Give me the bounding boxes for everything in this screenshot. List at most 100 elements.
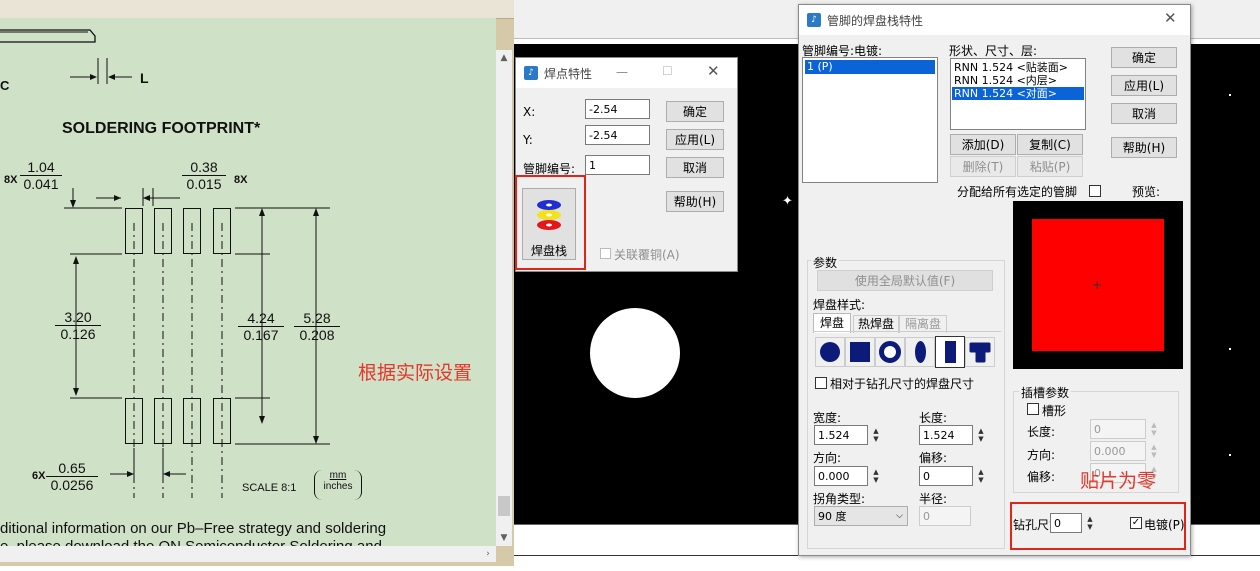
minimize-icon[interactable]: — [616,65,628,79]
radius-input[interactable]: 0 [919,506,971,526]
dim-pitch-mm: 0.38 [190,159,218,175]
footprint-pad [183,398,201,444]
slot-checkbox[interactable] [1027,403,1039,415]
corner-type-label: 拐角类型: [813,492,866,506]
shape-annular-button[interactable] [875,337,905,367]
footprint-pad [183,208,201,254]
slot-orientation-input[interactable]: 0.000 [1090,441,1146,461]
assign-all-checkbox[interactable] [1089,185,1101,197]
relative-drill-label: 相对于钻孔尺寸的焊盘尺寸 [830,377,975,391]
scroll-down-icon[interactable]: ▼ [496,530,512,546]
dim-inner-inch: 0.167 [238,326,284,343]
close-icon[interactable]: ✕ [707,62,720,80]
units-inches: inches [323,481,353,492]
pin-list-item[interactable]: 1 (P) [805,60,935,74]
footer-line-2: e, please download the ON Semiconductor … [0,538,382,546]
width-input[interactable]: 1.524 [814,425,868,445]
round-shape-icon [820,342,840,362]
pdf-page: C L SOLDERING FOOTPRINT* 8X 1.04 0.041 0… [0,18,496,546]
pad-style-label: 焊盘样式: [813,298,866,312]
help-button[interactable]: 帮助(H) [1111,137,1177,158]
app-icon: ♪ [807,13,821,27]
length-stepper[interactable]: ▲ ▼ [976,425,986,445]
offset-stepper[interactable]: ▲ ▼ [976,466,986,486]
scroll-right-icon[interactable]: › [480,546,496,562]
pin-number-input[interactable]: 1 [585,155,650,175]
orientation-input[interactable]: 0.000 [814,466,868,486]
close-icon[interactable]: ✕ [1164,9,1177,27]
cancel-button[interactable]: 取消 [1111,103,1177,124]
orientation-stepper[interactable]: ▲ ▼ [871,466,881,486]
grid-dot [1229,348,1231,350]
dim-pitch2-inch: 0.0256 [46,476,98,493]
shape-list-item[interactable]: RNN 1.524 <对面> [952,87,1084,100]
length-input[interactable]: 1.524 [919,425,973,445]
app-icon: ♪ [524,66,538,80]
pad-dialog-titlebar[interactable]: ♪ 焊点特性 — ☐ ✕ [516,58,737,88]
shape-list[interactable]: RNN 1.524 <贴装面> RNN 1.524 <内层> RNN 1.524… [950,58,1086,130]
corner-type-select[interactable]: 90 度 ⌵ [814,506,908,526]
ok-button[interactable]: 确定 [1111,47,1177,68]
annotation-smd-zero: 贴片为零 [1080,470,1157,492]
slot-length-input[interactable]: 0 [1090,419,1146,439]
padstack-dialog-titlebar[interactable]: ♪ 管脚的焊盘栈特性 ✕ [799,5,1190,35]
dim-l-label: L [140,70,149,86]
dim-outer-mm: 5.28 [303,310,331,326]
pin-list[interactable]: 1 (P) [802,57,938,183]
annular-shape-icon [879,341,901,363]
add-button[interactable]: 添加(D) [950,134,1016,155]
width-stepper[interactable]: ▲ ▼ [871,425,881,445]
y-label: Y: [523,133,533,147]
shape-odd-button[interactable] [965,337,995,367]
shape-oval-button[interactable] [905,337,935,367]
shape-round-button[interactable] [815,337,845,367]
scroll-up-icon[interactable]: ▲ [496,50,512,66]
shape-list-item[interactable]: RNN 1.524 <贴装面> [952,61,1084,74]
copy-button[interactable]: 复制(C) [1017,134,1083,155]
pad-circle[interactable] [590,308,680,398]
length-label: 长度: [919,411,948,425]
use-global-defaults-button[interactable]: 使用全局默认值(F) [817,270,993,291]
copper-link-checkbox[interactable] [600,248,611,259]
mult-8x-left: 8X [4,174,18,186]
square-shape-icon [850,342,870,362]
assign-all-label: 分配给所有选定的管脚 [957,185,1078,199]
pdf-horizontal-scrollbar[interactable]: › [0,546,496,562]
dim-outer: 5.28 0.208 [294,310,340,343]
shape-rectangle-button[interactable] [935,336,965,368]
grid-dot [1229,454,1231,456]
shape-square-button[interactable] [845,337,875,367]
ok-button[interactable]: 确定 [666,101,724,122]
dim-width: 1.04 0.041 [20,159,62,192]
pdf-vertical-scrollbar[interactable]: ▲ ▼ [496,50,512,546]
scroll-thumb[interactable] [498,496,510,516]
shape-list-item[interactable]: RNN 1.524 <内层> [952,74,1084,87]
apply-button[interactable]: 应用(L) [666,129,724,150]
oval-shape-icon [914,341,926,363]
slot-orientation-stepper[interactable]: ▲ ▼ [1149,441,1159,461]
y-input[interactable]: -2.54 [585,125,650,145]
offset-input[interactable]: 0 [919,466,973,486]
pad-preview: + [1013,201,1183,369]
copper-link-label: 关联覆铜(A) [614,248,680,262]
x-input[interactable]: -2.54 [585,99,650,119]
apply-button[interactable]: 应用(L) [1111,75,1177,96]
params-label: 参数 [811,254,840,271]
delete-button[interactable]: 删除(T) [950,156,1016,177]
relative-drill-checkbox[interactable] [815,377,827,389]
cancel-button[interactable]: 取消 [666,157,724,178]
maximize-icon: ☐ [662,64,673,78]
tab-pad[interactable]: 焊盘 [813,313,851,333]
slot-offset-label: 偏移: [1027,470,1056,484]
preview-crosshair-icon: + [1092,278,1103,292]
dim-width-mm: 1.04 [27,159,55,175]
paste-button[interactable]: 粘贴(P) [1017,156,1083,177]
dim-width-inch: 0.041 [20,175,62,192]
highlight-drill-size [1010,502,1186,550]
help-button[interactable]: 帮助(H) [666,191,724,212]
x-label: X: [523,105,536,119]
slot-orientation-label: 方向: [1027,448,1056,462]
dim-pitch-inch: 0.015 [182,175,226,192]
dim-outer-inch: 0.208 [294,326,340,343]
slot-length-stepper[interactable]: ▲ ▼ [1149,419,1159,439]
